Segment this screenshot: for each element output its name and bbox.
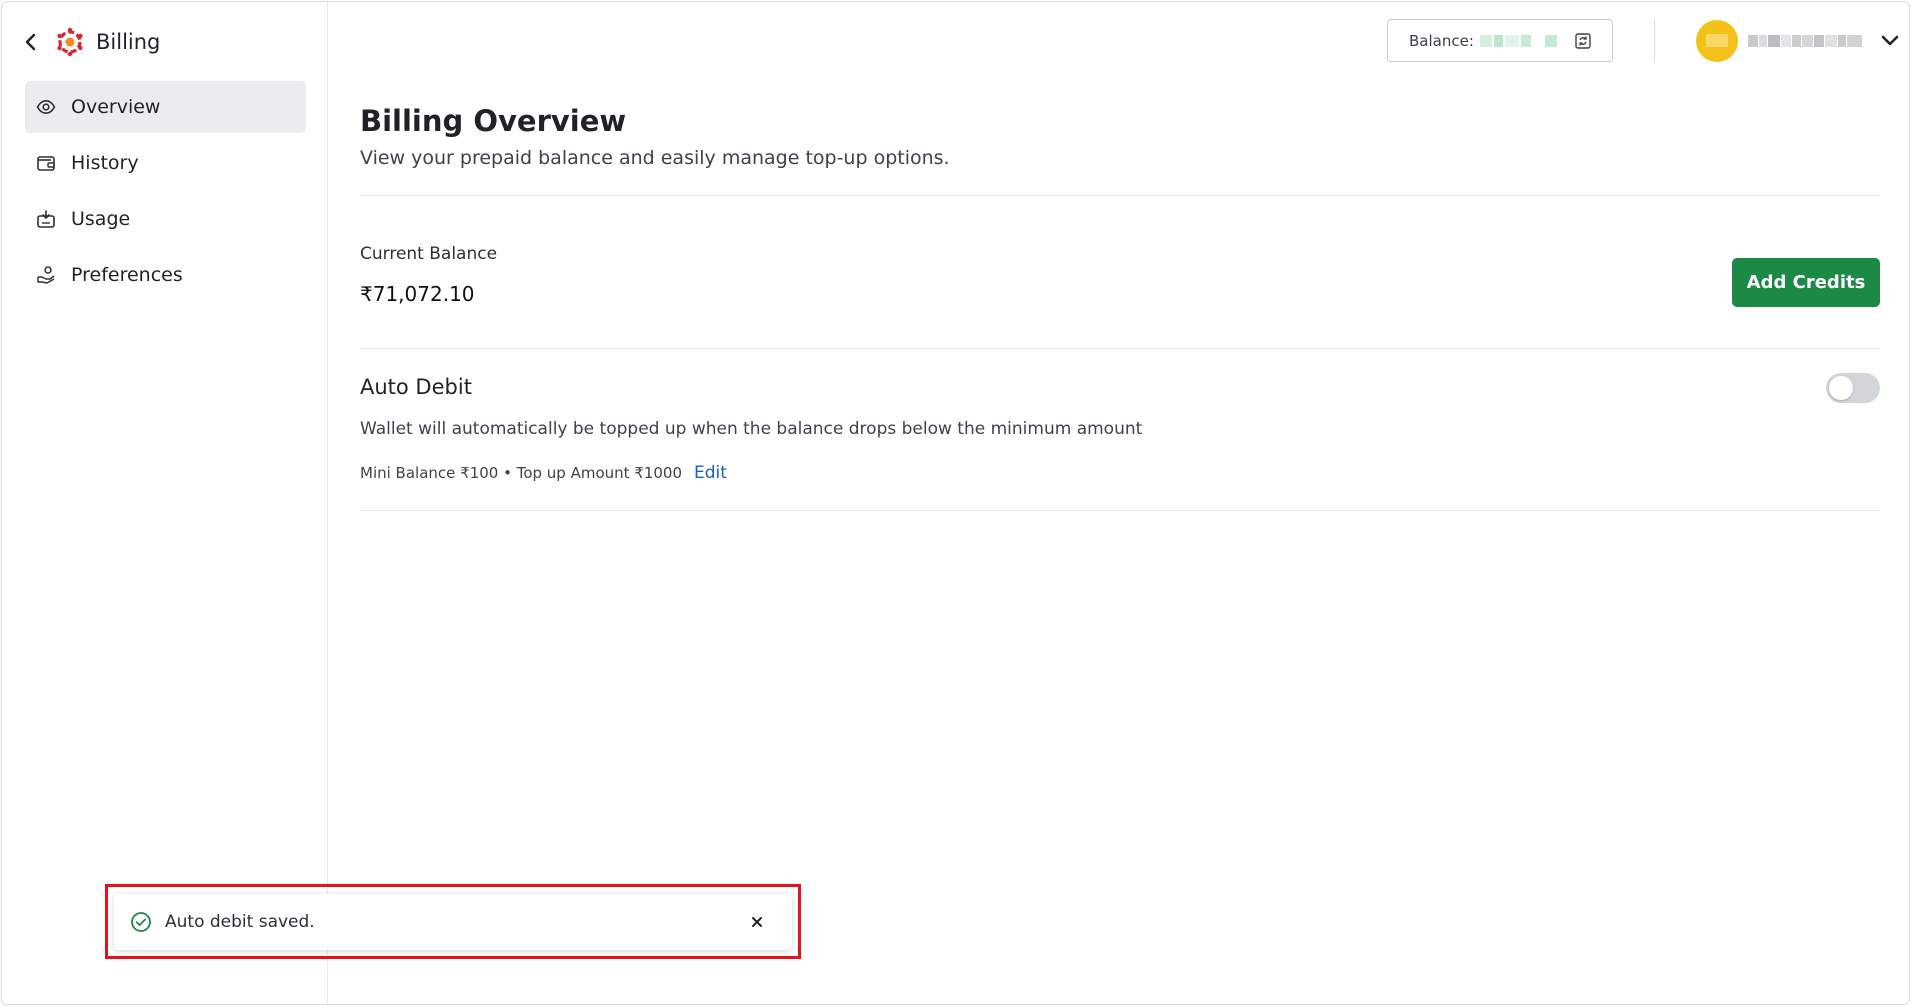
auto-debit-toggle[interactable] — [1826, 373, 1880, 403]
avatar — [1696, 19, 1738, 62]
toggle-knob — [1829, 376, 1853, 400]
add-credits-button[interactable]: Add Credits — [1732, 258, 1880, 307]
close-icon[interactable] — [746, 911, 768, 933]
app-window: Billing Overview History Usage Preferenc… — [1, 1, 1910, 1005]
header-divider — [1654, 19, 1655, 62]
username-redacted — [1748, 34, 1862, 47]
auto-debit-meta-text: Mini Balance ₹100 • Top up Amount ₹1000 — [360, 464, 683, 482]
page-title: Billing Overview — [360, 104, 627, 138]
chevron-left-icon — [25, 33, 36, 51]
check-circle-icon — [129, 910, 153, 934]
sidebar-item-label: Overview — [71, 96, 161, 118]
sidebar-item-label: Preferences — [71, 264, 183, 286]
hand-coins-icon — [35, 264, 57, 286]
divider — [360, 510, 1880, 511]
page-subtitle: View your prepaid balance and easily man… — [360, 147, 950, 169]
wallet-icon — [35, 152, 57, 174]
refresh-icon[interactable] — [1574, 32, 1592, 50]
sidebar: Billing Overview History Usage Preferenc… — [2, 2, 328, 1004]
current-balance-label: Current Balance — [360, 244, 498, 264]
brand-logo — [54, 26, 86, 58]
sidebar-item-label: History — [71, 152, 139, 174]
balance-label: Balance: — [1409, 31, 1474, 50]
toast-notification: Auto debit saved. — [114, 894, 792, 950]
user-menu[interactable] — [1696, 19, 1900, 62]
sidebar-nav: Overview History Usage Preferences — [25, 81, 306, 305]
sidebar-header: Billing — [20, 24, 160, 60]
toast-message: Auto debit saved. — [165, 912, 315, 932]
sidebar-item-usage[interactable]: Usage — [25, 193, 306, 245]
divider — [360, 195, 1880, 196]
sidebar-item-overview[interactable]: Overview — [25, 81, 306, 133]
chevron-down-icon — [1880, 31, 1900, 51]
app-title: Billing — [96, 30, 161, 54]
divider — [360, 348, 1880, 349]
header-balance-chip[interactable]: Balance: — [1387, 19, 1613, 62]
usage-icon — [35, 208, 57, 230]
eye-icon — [35, 96, 57, 118]
auto-debit-description: Wallet will automatically be topped up w… — [360, 419, 1143, 439]
balance-value-redacted — [1479, 34, 1557, 47]
back-button[interactable] — [20, 27, 42, 57]
auto-debit-edit-link[interactable]: Edit — [694, 463, 727, 483]
auto-debit-meta: Mini Balance ₹100 • Top up Amount ₹1000 … — [360, 463, 727, 483]
sidebar-item-preferences[interactable]: Preferences — [25, 249, 306, 301]
auto-debit-title: Auto Debit — [360, 375, 472, 399]
sidebar-item-history[interactable]: History — [25, 137, 306, 189]
current-balance-value: ₹71,072.10 — [360, 282, 475, 306]
sidebar-item-label: Usage — [71, 208, 131, 230]
